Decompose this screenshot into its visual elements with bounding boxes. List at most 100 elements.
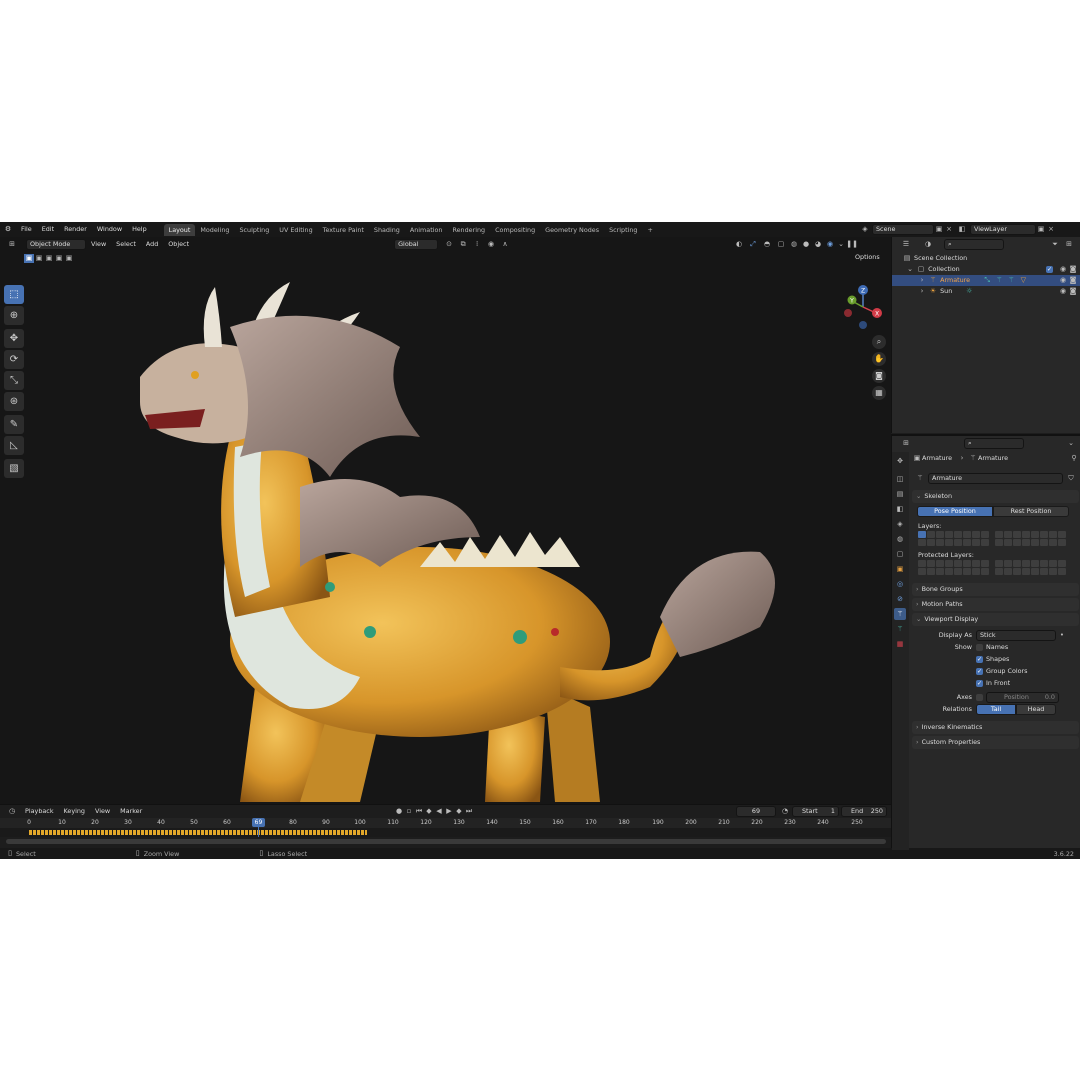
transform-orientation-select[interactable]: Global	[394, 238, 439, 250]
menu-help[interactable]: Help	[127, 222, 152, 237]
names-checkbox[interactable]	[976, 643, 983, 651]
tab-shading[interactable]: Shading	[369, 224, 405, 236]
tab-animation[interactable]: Animation	[405, 224, 448, 236]
timeline-editor-icon[interactable]: ◷	[4, 806, 20, 817]
mesh-icon[interactable]: ▽	[1018, 275, 1028, 286]
options-button[interactable]: Options	[852, 253, 886, 266]
menu-select[interactable]: Select	[111, 237, 141, 252]
new-collection-icon[interactable]: ⊞	[1062, 239, 1076, 250]
pose-position-button[interactable]: Pose Position	[917, 506, 993, 517]
copy-view-layer-icon[interactable]: ▣	[1036, 224, 1046, 235]
world-tab-icon[interactable]: ◍	[894, 533, 906, 545]
properties-options-icon[interactable]: ⌄	[1066, 438, 1076, 449]
visibility-icon[interactable]: ◐	[732, 239, 746, 250]
view-layer-field[interactable]: ViewLayer	[970, 224, 1036, 235]
view-layer-tab-icon[interactable]: ◧	[894, 503, 906, 515]
pose-icon[interactable]: ⚚	[994, 275, 1004, 286]
xray-icon[interactable]: ▢	[774, 239, 788, 250]
timeline-scrollbar[interactable]	[6, 839, 886, 844]
protected-layer-buttons-a[interactable]	[918, 560, 989, 575]
scene-tab-icon[interactable]: ◈	[894, 518, 906, 530]
current-frame-field[interactable]: 69	[736, 806, 776, 817]
eye-icon[interactable]: ◉	[1058, 286, 1068, 297]
object-tab-icon[interactable]: ▣	[894, 563, 906, 575]
bone-groups-panel-header[interactable]: › Bone Groups	[912, 583, 1079, 596]
snap-icon[interactable]: ⧉	[456, 239, 470, 250]
autokey-options-icon[interactable]: ▫	[404, 806, 414, 817]
tab-geometry-nodes[interactable]: Geometry Nodes	[540, 224, 604, 236]
rest-position-button[interactable]: Rest Position	[993, 506, 1069, 517]
record-icon[interactable]: ●	[394, 806, 404, 817]
mode-select[interactable]: Object Mode	[26, 238, 86, 250]
protected-layer-buttons-b[interactable]	[995, 560, 1066, 575]
protected-layers-grid[interactable]	[918, 560, 1079, 575]
head-button[interactable]: Head	[1016, 703, 1056, 715]
scene-field[interactable]: Scene	[872, 224, 934, 235]
pivot-icon[interactable]: ⊙	[442, 239, 456, 250]
display-as-select[interactable]: Stick	[976, 629, 1056, 641]
expand-chevron-icon[interactable]: ›	[918, 286, 926, 297]
axes-checkbox[interactable]	[976, 693, 983, 701]
pause-render-icon[interactable]: ❚❚	[846, 239, 858, 250]
shading-options-icon[interactable]: ⌄	[836, 239, 846, 250]
annotate-tool-icon[interactable]: ✎	[4, 415, 24, 434]
outliner-scene-collection[interactable]: ▤ Scene Collection	[892, 253, 1080, 264]
close-scene-icon[interactable]: ×	[944, 224, 954, 235]
pin-icon[interactable]: ⚲	[1069, 453, 1079, 464]
properties-editor-icon[interactable]: ⊞	[898, 438, 914, 449]
viewport-display-panel-header[interactable]: ⌄ Viewport Display	[912, 613, 1079, 626]
tab-scripting[interactable]: Scripting	[604, 224, 642, 236]
menu-playback[interactable]: Playback	[20, 804, 59, 819]
output-tab-icon[interactable]: ▤	[894, 488, 906, 500]
constraints-tab-icon[interactable]: ⊘	[894, 593, 906, 605]
select-box-tool-icon[interactable]: ⬚	[4, 285, 24, 304]
armature-data-tab-icon[interactable]: ⚚	[894, 608, 906, 620]
add-workspace-button[interactable]: +	[642, 224, 657, 236]
tail-button[interactable]: Tail	[976, 703, 1016, 715]
camera-view-icon[interactable]: ◙	[872, 369, 886, 383]
select-intersect-icon[interactable]: ▣	[64, 254, 74, 263]
menu-edit[interactable]: Edit	[37, 222, 59, 237]
outliner-armature[interactable]: › ⚚ Armature ⤡ ⚚ ⚚ ▽ ◉ ◙	[892, 275, 1080, 286]
eye-icon[interactable]: ◉	[1058, 264, 1068, 275]
select-subtract-icon[interactable]: ▣	[44, 254, 54, 263]
blender-logo-icon[interactable]: ⚙	[0, 224, 16, 235]
zoom-icon[interactable]: ⌕	[872, 335, 886, 349]
outliner-editor-icon[interactable]: ☰	[898, 239, 914, 250]
render-tab-icon[interactable]: ◫	[894, 473, 906, 485]
add-cube-tool-icon[interactable]: ▧	[4, 459, 24, 478]
measure-tool-icon[interactable]: ◺	[4, 436, 24, 455]
texture-tab-icon[interactable]: ▦	[894, 638, 906, 650]
play-reverse-icon[interactable]: ◀	[434, 806, 444, 817]
shapes-checkbox[interactable]: ✓	[976, 655, 983, 663]
copy-scene-icon[interactable]: ▣	[934, 224, 944, 235]
physics-tab-icon[interactable]: ◎	[894, 578, 906, 590]
end-frame-field[interactable]: End 250	[841, 806, 887, 817]
layer-buttons-a[interactable]	[918, 531, 989, 546]
expand-chevron-icon[interactable]: ⌄	[906, 264, 914, 275]
clock-icon[interactable]: ◔	[780, 806, 790, 817]
tab-layout[interactable]: Layout	[163, 224, 196, 236]
gizmo-toggle-icon[interactable]: ⤢	[746, 239, 760, 250]
overlay-icon[interactable]: ◓	[760, 239, 774, 250]
tab-rendering[interactable]: Rendering	[447, 224, 490, 236]
tab-uv-editing[interactable]: UV Editing	[274, 224, 317, 236]
editor-type-icon[interactable]: ⊞	[4, 239, 20, 250]
scale-tool-icon[interactable]: ⤡	[4, 371, 24, 390]
menu-view[interactable]: View	[86, 237, 111, 252]
rotate-tool-icon[interactable]: ⟳	[4, 350, 24, 369]
custom-properties-panel-header[interactable]: › Custom Properties	[912, 736, 1079, 749]
fake-user-shield-icon[interactable]: ⛉	[1065, 473, 1077, 484]
perspective-grid-icon[interactable]: ▦	[872, 386, 886, 400]
collection-tab-icon[interactable]: ▢	[894, 548, 906, 560]
proportional-edit-icon[interactable]: ◉	[484, 239, 498, 250]
expand-chevron-icon[interactable]: ›	[918, 275, 926, 286]
group-colors-checkbox[interactable]: ✓	[976, 667, 983, 675]
3d-viewport[interactable]: ⊞ Object Mode View Select Add Object Glo…	[0, 237, 891, 804]
scene-icon[interactable]: ◈	[858, 224, 872, 235]
falloff-icon[interactable]: ∧	[498, 239, 512, 250]
menu-window[interactable]: Window	[92, 222, 127, 237]
menu-render[interactable]: Render	[59, 222, 92, 237]
select-extend-icon[interactable]: ▣	[34, 254, 44, 263]
tab-modeling[interactable]: Modeling	[195, 224, 234, 236]
